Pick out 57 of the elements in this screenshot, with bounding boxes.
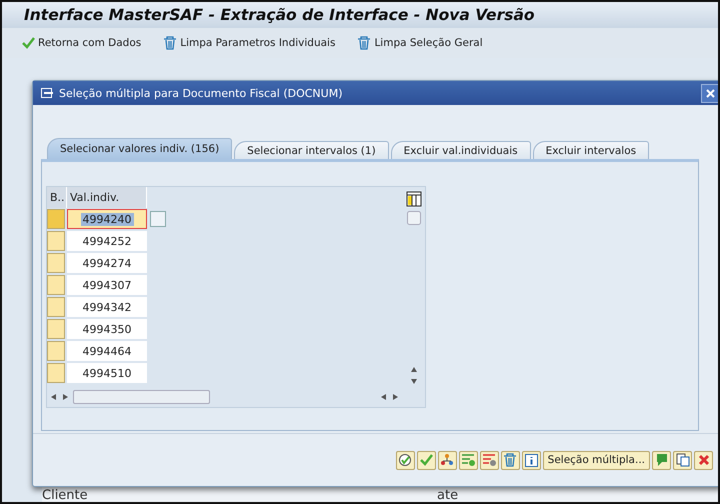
toolbar-button[interactable]: Retorna com Dados — [22, 37, 142, 49]
window-title: Interface MasterSAF - Extração de Interface - Nova Versão — [2, 2, 718, 28]
scrollbar-thumb[interactable] — [407, 211, 421, 225]
icon-button[interactable] — [673, 450, 692, 470]
close-icon — [698, 454, 710, 466]
right-arrow-icon[interactable] — [391, 393, 399, 401]
delete-row-icon — [482, 453, 496, 467]
tab[interactable]: Selecionar valores indiv. (156) — [47, 138, 232, 159]
field-label: Cliente — [42, 487, 89, 502]
toolbar-button[interactable]: Limpa Parametros Individuais — [163, 36, 336, 50]
field-label: ate — [437, 487, 460, 502]
table-cell[interactable]: 4994274 — [67, 253, 147, 273]
right-arrow-icon[interactable] — [61, 393, 69, 401]
info-icon — [524, 454, 538, 466]
icon-button[interactable] — [694, 450, 713, 470]
tab[interactable]: Excluir val.individuais — [390, 141, 531, 159]
speech-bubble-icon — [654, 453, 668, 467]
tab[interactable]: Excluir intervalos — [532, 141, 650, 159]
table-cell[interactable]: 4994240 — [67, 209, 147, 229]
clipboard-icon — [676, 453, 690, 467]
hierarchy-icon — [440, 453, 454, 467]
edit-icon — [41, 88, 54, 98]
table-cell[interactable]: 4994342 — [67, 297, 147, 317]
up-arrow-icon[interactable] — [410, 365, 418, 373]
dialog-title: Seleção múltipla para Documento Fiscal (DOCNUM) — [59, 86, 342, 100]
icon-button[interactable] — [480, 450, 499, 470]
trash-icon — [163, 36, 178, 50]
icon-button[interactable] — [438, 450, 457, 470]
copy-button[interactable] — [150, 211, 166, 227]
add-row-icon — [461, 453, 476, 467]
trash-icon — [503, 453, 518, 467]
icon-button[interactable] — [458, 450, 478, 470]
table-cell[interactable]: 4994350 — [67, 319, 147, 339]
icon-button[interactable] — [396, 450, 415, 470]
table-cell[interactable]: 4994464 — [67, 341, 147, 361]
table-cell[interactable]: 4994252 — [67, 231, 147, 251]
left-arrow-icon[interactable] — [49, 393, 57, 401]
column-header: B.. — [47, 187, 67, 208]
columns-icon[interactable] — [406, 191, 422, 207]
column-header: Val.indiv. — [67, 187, 147, 208]
icon-button[interactable] — [652, 450, 671, 470]
icon-button[interactable] — [500, 450, 520, 470]
toolbar-button[interactable]: Limpa Seleção Geral — [357, 36, 483, 50]
trash-icon — [357, 36, 372, 50]
check-icon — [22, 37, 35, 49]
scrollbar-thumb[interactable] — [73, 390, 210, 404]
multiple-selection-button[interactable]: Seleção múltipla... — [542, 450, 650, 470]
check-icon — [420, 454, 433, 466]
clock-check-icon — [398, 453, 412, 467]
table-cell[interactable]: 4994307 — [67, 275, 147, 295]
table-cell[interactable]: 4994510 — [67, 363, 147, 383]
icon-button[interactable] — [522, 450, 541, 470]
left-arrow-icon[interactable] — [379, 393, 387, 401]
down-arrow-icon[interactable] — [410, 377, 418, 385]
tab[interactable]: Selecionar intervalos (1) — [234, 141, 389, 159]
close-button[interactable] — [701, 84, 718, 103]
close-icon — [706, 89, 714, 98]
